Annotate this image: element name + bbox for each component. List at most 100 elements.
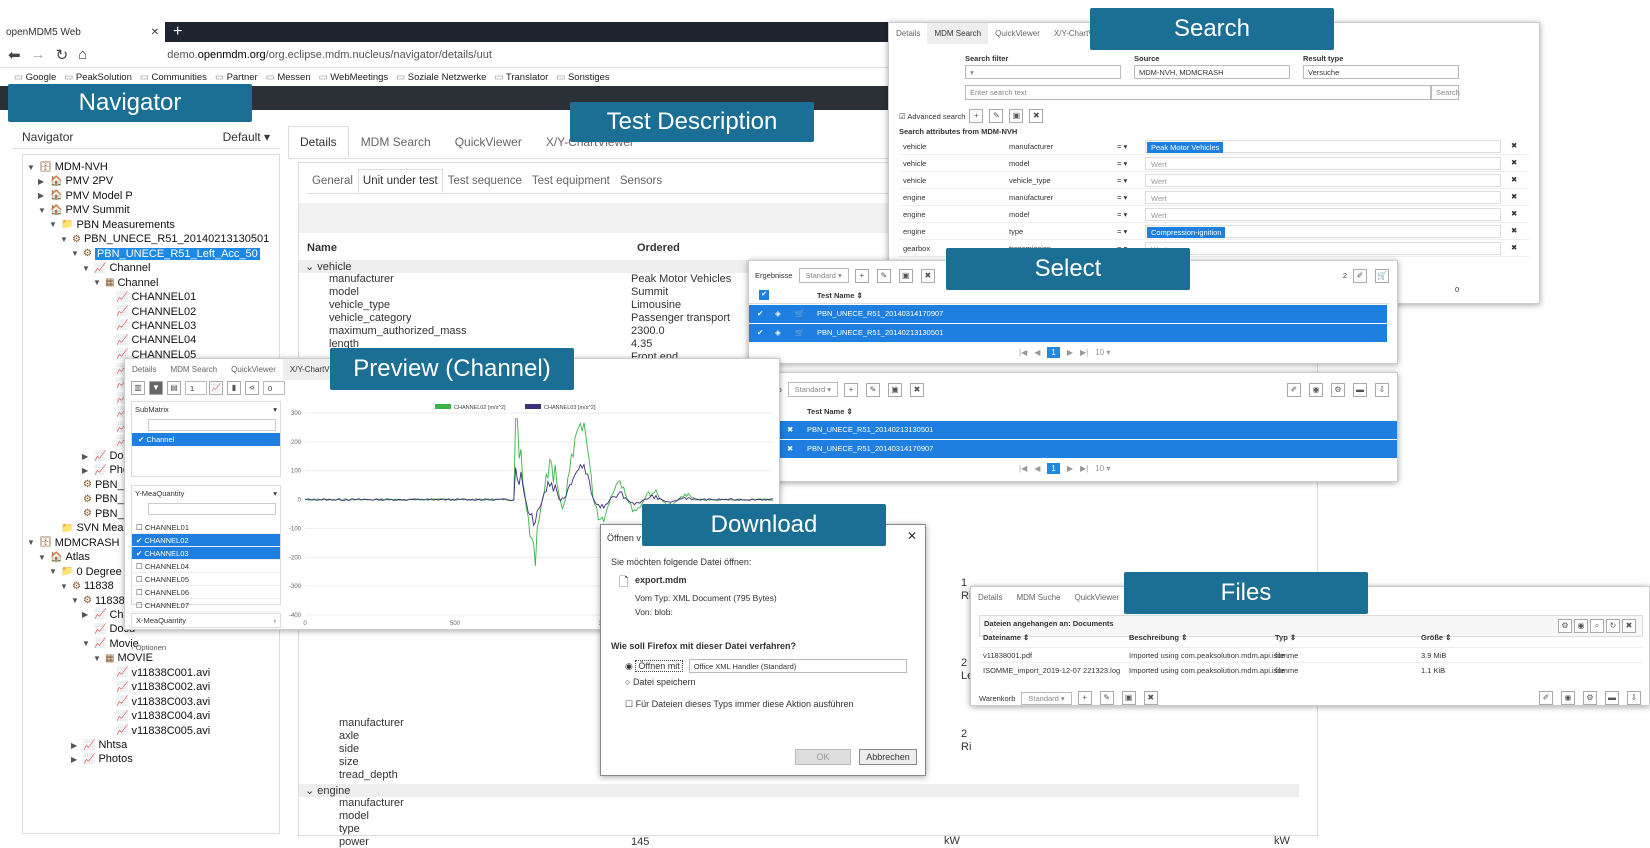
filter-icon[interactable]: ▼	[149, 381, 163, 395]
search-tab[interactable]: QuickViewer	[988, 23, 1047, 44]
share-icon[interactable]: ⋖	[245, 381, 259, 395]
tree-node[interactable]: ▶ 🏠 PMV Model P	[38, 190, 133, 202]
preview-icon[interactable]: ◈	[775, 309, 781, 318]
tree-node[interactable]: ▼ 🗄 MDMCRASH	[27, 537, 119, 549]
tree-toggle-icon[interactable]: ▶	[38, 177, 47, 186]
channel-option[interactable]: ☐ CHANNEL04	[132, 560, 280, 573]
bookmark-item[interactable]: WebMeetings	[319, 72, 388, 83]
remove-attr-icon[interactable]: ✖	[1511, 243, 1517, 252]
remove-attr-icon[interactable]: ✖	[1511, 175, 1517, 184]
attr-value-input[interactable]: Wert	[1145, 242, 1501, 255]
files-col-header[interactable]: Größe ⇕	[1421, 633, 1451, 642]
ymq-filter-input[interactable]	[148, 503, 276, 515]
files-tab[interactable]: Details	[971, 587, 1009, 608]
open-with-radio[interactable]: ◉ Öffnen mit	[625, 659, 683, 672]
tree-node[interactable]: ▶ 📈 Nhtsa	[71, 739, 127, 751]
tree-node[interactable]: ▶ 📈 Photos	[71, 753, 133, 765]
basket-view-select[interactable]: Standard ▾	[787, 382, 838, 397]
submatrix-item-channel[interactable]: ✔ Channel	[132, 433, 280, 446]
cancel-button[interactable]: Abbrechen	[859, 749, 917, 765]
download-icon[interactable]: ⇩	[1375, 382, 1389, 397]
remove-icon[interactable]: ✖	[787, 425, 793, 434]
back-icon[interactable]: ⬅	[8, 46, 21, 64]
attr-value-input[interactable]: Wert	[1145, 157, 1501, 170]
search-tab[interactable]: MDM Search	[927, 23, 989, 44]
ok-button[interactable]: OK	[795, 749, 851, 765]
tree-toggle-icon[interactable]: ▶	[82, 466, 91, 475]
add-icon[interactable]: +	[1077, 691, 1092, 705]
files-tab[interactable]: MDM Suche	[1009, 587, 1067, 608]
tree-node[interactable]: 📈 CHANNEL04	[104, 334, 196, 346]
save-file-radio[interactable]: ○ Datei speichern	[625, 677, 695, 687]
bookmark-item[interactable]: Soziale Netzwerke	[396, 72, 487, 83]
result-row[interactable]: ✔ ◈ 🛒 PBN_UNECE_R51_20140213130501	[749, 324, 1387, 342]
close-icon[interactable]: ✖	[1622, 619, 1636, 633]
tree-toggle-icon[interactable]: ▼	[60, 235, 69, 244]
settings-icon[interactable]: ⚙	[1331, 382, 1345, 397]
line-chart-icon[interactable]: 📈	[209, 381, 223, 395]
file-row[interactable]: ISOMME_import_2019-12-07 221323.log Impor…	[979, 662, 1643, 676]
search-input[interactable]: Enter search text	[965, 85, 1431, 100]
eye-icon[interactable]: ◉	[1561, 691, 1575, 705]
eye-icon[interactable]: ◉	[1574, 619, 1588, 633]
remove-attr-icon[interactable]: ✖	[1511, 141, 1517, 150]
navigator-source-dropdown[interactable]: Default ▾	[223, 130, 270, 144]
handler-select[interactable]: Office XML Handler (Standard)	[688, 659, 907, 673]
attr-value-input[interactable]: Peak Motor Vehicles	[1145, 140, 1501, 153]
group-row[interactable]: ⌄ engine	[299, 784, 1299, 797]
clear-icon[interactable]: ✐	[1539, 691, 1553, 705]
files-tab[interactable]: QuickViewer	[1067, 587, 1126, 608]
operator-select[interactable]: = ▾	[1117, 142, 1127, 151]
tree-node[interactable]: ▼ ⚙ 11838	[60, 580, 114, 592]
new-tab-icon[interactable]: +	[165, 22, 190, 42]
search-filter-select[interactable]: ▾	[965, 65, 1121, 79]
operator-select[interactable]: = ▾	[1117, 159, 1127, 168]
delete-icon[interactable]: ✖	[920, 268, 935, 283]
details-tab[interactable]: Details	[288, 126, 349, 158]
cart-icon[interactable]: 🛒	[795, 328, 804, 337]
cart-icon[interactable]: 🛒	[795, 309, 804, 318]
details-tab[interactable]: QuickViewer	[443, 126, 534, 158]
tree-toggle-icon[interactable]: ▼	[27, 538, 36, 547]
remove-attr-icon[interactable]: ✖	[1511, 192, 1517, 201]
tree-toggle-icon[interactable]: ▶	[71, 755, 80, 764]
delete-icon[interactable]: ✖	[1029, 109, 1044, 123]
tree-toggle-icon[interactable]: ▼	[93, 654, 102, 663]
tree-node[interactable]: 📈 CHANNEL03	[104, 320, 196, 332]
tree-node[interactable]: 📈 v11838C004.avi	[104, 710, 210, 722]
channel-option[interactable]: ☐ CHANNEL07	[132, 599, 280, 612]
tree-toggle-icon[interactable]: ▼	[71, 249, 80, 258]
folder-icon[interactable]: ▬	[1605, 691, 1619, 705]
row-check-icon[interactable]: ✔	[757, 328, 763, 337]
tree-toggle-icon[interactable]: ▼	[49, 567, 58, 576]
basket-row[interactable]: ✖ PBN_UNECE_R51_20140213130501	[771, 421, 1397, 439]
settings-icon[interactable]: ⚙	[1583, 691, 1597, 705]
tree-node[interactable]: ▼ 📁 PBN Measurements	[49, 219, 175, 231]
preview-tab[interactable]: QuickViewer	[224, 359, 283, 380]
edit-icon[interactable]: ✎	[865, 382, 880, 397]
details-tab[interactable]: MDM Search	[349, 126, 443, 158]
add-icon[interactable]: +	[843, 382, 858, 397]
select-all-checkbox[interactable]: ✔	[759, 290, 769, 300]
tree-node[interactable]: 📈 v11838C005.avi	[104, 725, 210, 737]
tree-toggle-icon[interactable]: ▼	[82, 639, 91, 648]
channel-option[interactable]: ✔ CHANNEL02	[132, 534, 280, 547]
tree-node[interactable]: ▼ ⚙ PBN_UNECE_R51_Left_Acc_50	[71, 247, 260, 260]
tree-toggle-icon[interactable]: ▶	[38, 191, 47, 200]
row-check-icon[interactable]: ✔	[757, 309, 763, 318]
files-col-header[interactable]: Typ ⇕	[1275, 633, 1296, 642]
tree-toggle-icon[interactable]: ▼	[49, 220, 58, 229]
remove-attr-icon[interactable]: ✖	[1511, 158, 1517, 167]
bookmark-item[interactable]: Messen	[266, 72, 310, 83]
tree-toggle-icon[interactable]: ▼	[27, 163, 36, 172]
remove-attr-icon[interactable]: ✖	[1511, 226, 1517, 235]
files-col-header[interactable]: Dateiname ⇕	[983, 633, 1029, 642]
attr-value-input[interactable]: Wert	[1145, 191, 1501, 204]
edit-icon[interactable]: ✎	[1099, 691, 1114, 705]
address-input[interactable]: demo.openmdm.org/org.eclipse.mdm.nucleus…	[167, 49, 927, 61]
bookmark-item[interactable]: Translator	[494, 72, 548, 83]
details-subtab[interactable]: Test equipment	[527, 169, 615, 193]
bookmark-item[interactable]: Partner	[215, 72, 258, 83]
tree-toggle-icon[interactable]: ▶	[82, 452, 91, 461]
save-icon[interactable]: ▣	[1009, 109, 1024, 123]
